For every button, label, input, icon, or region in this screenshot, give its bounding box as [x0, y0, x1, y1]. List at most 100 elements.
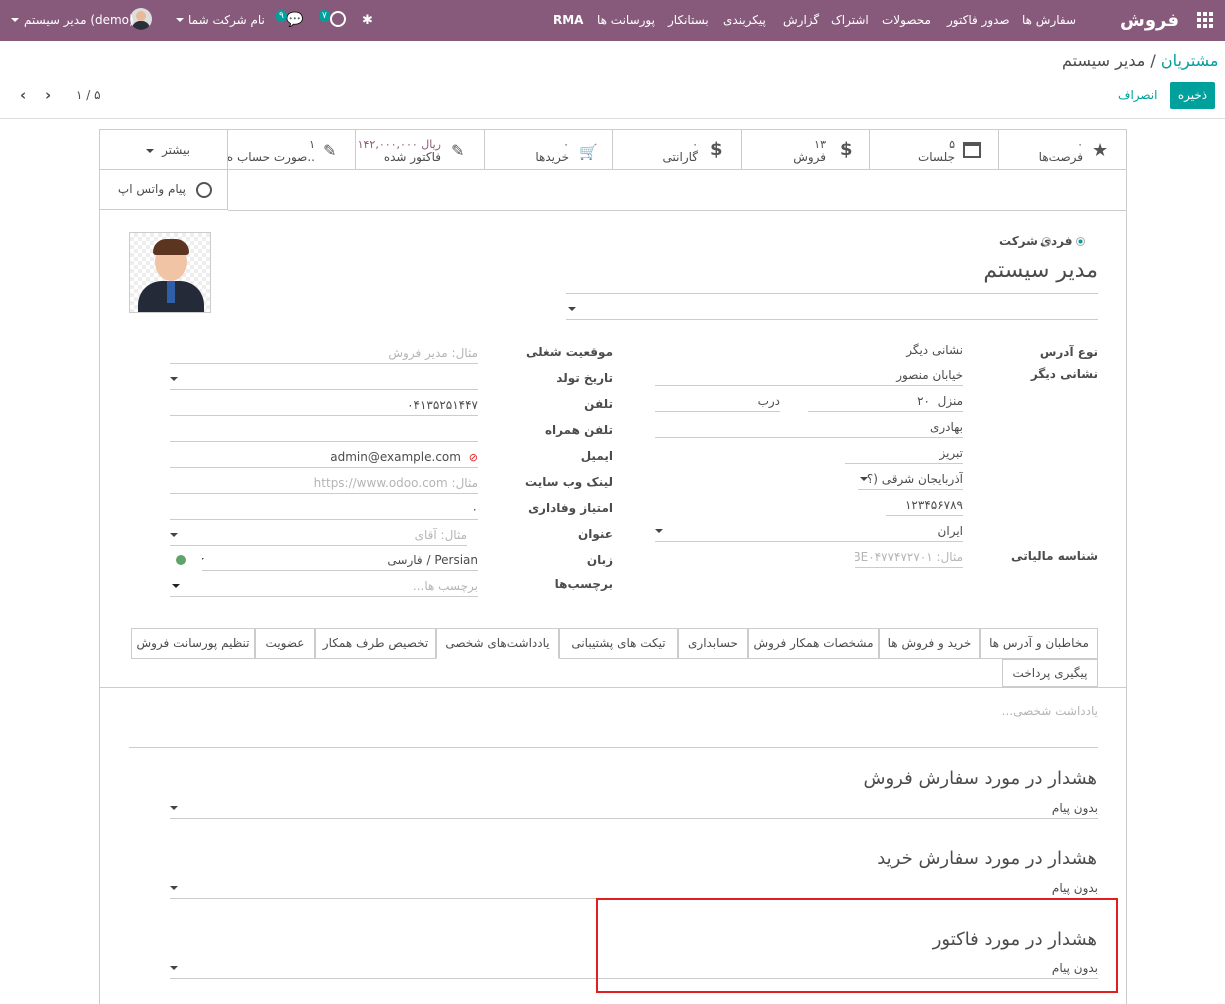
mobile-field[interactable]: [170, 422, 478, 442]
company-switcher[interactable]: نام شرکت شما: [188, 0, 265, 41]
activity-badge: ۷: [319, 10, 330, 22]
whatsapp-button[interactable]: پیام واتس اپ: [100, 170, 228, 210]
language-label: زبان: [586, 553, 613, 567]
menu-products[interactable]: محصولات: [882, 0, 931, 41]
menu-creditor[interactable]: بستانکار: [668, 0, 709, 41]
smart-button-invoiced[interactable]: ✎ ۱۴۲,۰۰۰,۰۰۰ ریال فاکتور شده: [356, 130, 485, 170]
tab-payment-followup[interactable]: پیگیری پرداخت: [1002, 659, 1098, 687]
star-icon: ★: [1092, 140, 1109, 161]
birthday-label: تاریخ تولد: [556, 371, 613, 385]
job-field[interactable]: مثال: مدیر فروش: [170, 344, 478, 364]
vat-field[interactable]: مثال: BE۰۴۷۷۴۷۲۷۰۱: [855, 548, 963, 568]
breadcrumb-separator: /: [1150, 51, 1156, 70]
house-number-field[interactable]: منزل ۲۰: [808, 392, 963, 412]
title-label: عنوان: [578, 527, 613, 541]
dollar-icon: $: [710, 139, 723, 160]
smart-button-sales[interactable]: $ ۱۳ فروش: [742, 130, 870, 170]
email-field[interactable]: ⊘ admin@example.com: [170, 448, 478, 468]
loyalty-label: امتیاز وفاداری: [528, 501, 613, 515]
apps-menu-icon[interactable]: [1197, 12, 1213, 28]
smart-button-opportunities[interactable]: ★ ۰ فرصت‌ها: [999, 130, 1127, 170]
menu-commissions[interactable]: پورسانت ها: [597, 0, 655, 41]
radio-company[interactable]: شرکت: [999, 234, 1051, 248]
pager-next-icon[interactable]: ›: [45, 86, 51, 104]
menu-invoicing[interactable]: صدور فاکتور: [947, 0, 1010, 41]
menu-configuration[interactable]: پیکربندی: [723, 0, 766, 41]
vat-label: شناسه مالیاتی: [1011, 549, 1098, 563]
tags-field[interactable]: برچسب ها...: [170, 577, 478, 597]
mobile-label: تلفن همراه: [544, 423, 613, 437]
menu-reporting[interactable]: گزارش: [783, 0, 819, 41]
form-sheet: ★ ۰ فرصت‌ها ۵ جلسات $ ۱۳ فروش $ ۰ گارانت…: [99, 129, 1127, 1004]
calendar-icon: [963, 142, 981, 158]
job-label: موقعیت شغلی: [526, 345, 613, 359]
breadcrumb-current: مدیر سیستم: [1062, 51, 1146, 70]
notes-field[interactable]: یادداشت شخصی...: [129, 704, 1098, 748]
radio-unchecked-icon: [1041, 237, 1051, 246]
tab-partner-assign[interactable]: تخصیص طرف همکار: [315, 628, 436, 659]
debug-bug-icon[interactable]: ✱: [362, 0, 373, 41]
globe-icon[interactable]: [176, 555, 186, 565]
company-caret-icon: [176, 18, 184, 22]
street2-field[interactable]: بهادری: [655, 418, 963, 438]
city-field[interactable]: تبریز: [845, 444, 963, 464]
partner-avatar[interactable]: [129, 232, 211, 313]
tabs-bottom-border: [100, 687, 1127, 688]
tab-personal-notes[interactable]: یادداشت‌های شخصی: [436, 628, 559, 659]
country-select[interactable]: ایران: [655, 522, 963, 542]
door-field[interactable]: درب: [655, 392, 780, 412]
smart-button-statement[interactable]: ✎ ۱ صورت حساب ه..: [227, 130, 356, 170]
birthday-field[interactable]: [170, 370, 478, 390]
pager-value[interactable]: ۱ / ۵: [76, 88, 101, 102]
smart-button-warranty[interactable]: $ ۰ گارانتی: [613, 130, 742, 170]
website-label: لینک وب سایت: [525, 475, 613, 489]
activity-clock-icon[interactable]: [330, 11, 346, 27]
top-navbar: فروش سفارش ها صدور فاکتور محصولات اشتراک…: [0, 0, 1225, 41]
address-type-field[interactable]: نشانی دیگر: [655, 341, 963, 361]
state-select[interactable]: آذربایجان شرقی (؟: [858, 470, 963, 490]
phone-label: تلفن: [584, 397, 613, 411]
button-box-divider: [228, 210, 1127, 211]
menu-rma[interactable]: RMA: [553, 0, 583, 41]
tab-sales-partner[interactable]: مشخصات همکار فروش: [748, 628, 879, 659]
user-caret-icon: [11, 18, 19, 22]
menu-sales-orders[interactable]: سفارش ها: [1022, 0, 1076, 41]
pager-prev-icon[interactable]: ‹: [20, 86, 26, 104]
smart-button-purchases[interactable]: 🛒 ۰ خریدها: [485, 130, 613, 170]
purchase-warning-select[interactable]: بدون پیام: [170, 879, 1098, 899]
app-name[interactable]: فروش: [1120, 0, 1179, 41]
dollar-icon: $: [840, 139, 853, 160]
radio-checked-icon: [1076, 237, 1086, 246]
title-select[interactable]: مثال: آقای: [170, 526, 467, 546]
save-button[interactable]: ذخیره: [1170, 82, 1215, 109]
tab-accounting[interactable]: حسابداری: [678, 628, 748, 659]
sale-warning-select[interactable]: بدون پیام: [170, 799, 1098, 819]
more-button[interactable]: بیشتر: [100, 130, 228, 170]
tab-commission-settings[interactable]: تنظیم پورسانت فروش: [131, 628, 255, 659]
tab-membership[interactable]: عضویت: [255, 628, 315, 659]
tab-contacts-addresses[interactable]: مخاطبان و آدرس ها: [980, 628, 1098, 659]
loyalty-field[interactable]: ۰: [170, 500, 478, 520]
whatsapp-icon: [196, 182, 212, 198]
address-type-label: نوع آدرس: [1039, 345, 1098, 359]
website-field[interactable]: مثال: https://www.odoo.com: [170, 474, 478, 494]
user-menu[interactable]: مدیر سیستم (demo): [24, 0, 134, 41]
partner-name[interactable]: مدیر سیستم: [566, 258, 1098, 294]
more-caret-icon: [146, 149, 154, 153]
smart-button-meetings[interactable]: ۵ جلسات: [870, 130, 999, 170]
other-address-label: نشانی دیگر: [1030, 367, 1098, 381]
discard-button[interactable]: انصراف: [1118, 88, 1157, 102]
tab-sales-purchase[interactable]: خرید و فروش ها: [879, 628, 980, 659]
blacklist-icon: ⊘: [468, 451, 478, 464]
language-select[interactable]: Persian / فارسی: [202, 551, 478, 571]
chat-icon[interactable]: 💬: [286, 0, 303, 41]
menu-subscription[interactable]: اشتراک: [831, 0, 869, 41]
tab-helpdesk-tickets[interactable]: تیکت های پشتیبانی: [559, 628, 678, 659]
phone-field[interactable]: ۰۴۱۳۵۲۵۱۴۴۷: [170, 396, 478, 416]
email-label: ایمیل: [580, 449, 613, 463]
zip-field[interactable]: ۱۲۳۴۵۶۷۸۹: [886, 496, 963, 516]
breadcrumb: مشتریان / مدیر سیستم: [1062, 51, 1218, 70]
street-field[interactable]: خیابان منصور: [655, 366, 963, 386]
parent-company-field[interactable]: [566, 298, 1098, 320]
breadcrumb-parent[interactable]: مشتریان: [1161, 51, 1219, 70]
